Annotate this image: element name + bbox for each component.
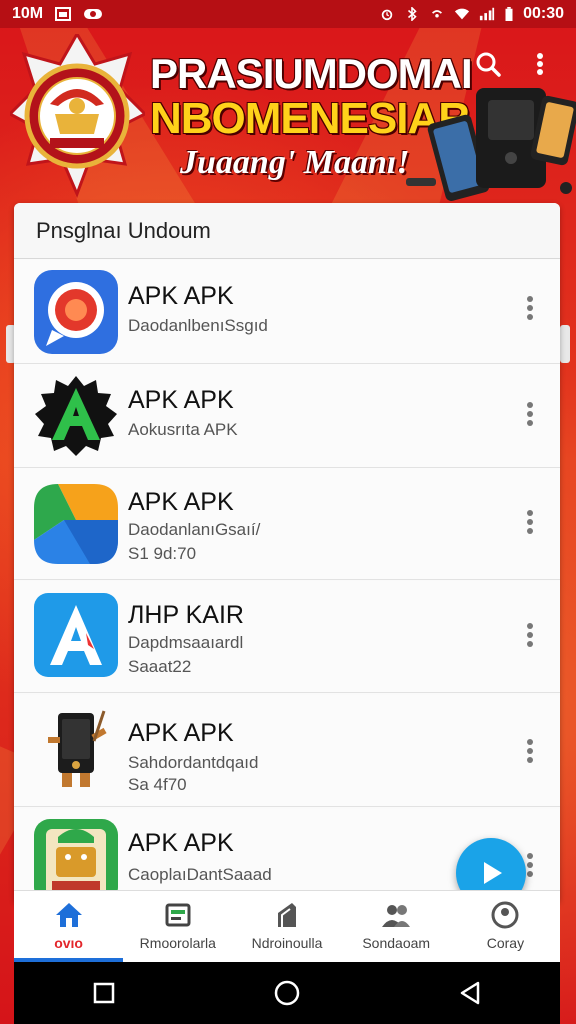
category-icon	[165, 903, 191, 927]
alarm-icon	[381, 9, 393, 21]
item-menu-button[interactable]	[526, 739, 534, 763]
apps-list-card: Pnsglnaı Undoum APK APK DaodanlbenıSsgıd…	[14, 203, 560, 903]
profile-icon	[491, 901, 519, 929]
wifi-icon	[454, 8, 470, 20]
gallery-icon	[55, 7, 72, 21]
item-menu-button[interactable]	[526, 402, 534, 426]
bluetooth-icon	[408, 7, 417, 21]
app-name: APK APK	[128, 386, 234, 414]
side-handle-right	[560, 325, 570, 363]
app-name: APK APK	[128, 829, 234, 857]
play-icon	[484, 862, 502, 884]
nav-home[interactable]: ovıo	[14, 891, 124, 962]
app-description: Dapdmsaaıardl	[128, 633, 244, 652]
bottom-navigation: ovıo Rmoorolarla Ndroinoulla Sondaoam Co…	[14, 890, 560, 962]
app-size: S1 9d:70	[128, 544, 197, 563]
header-banner: PRASIUMDOMAI NBOMENESIAR Juaang' Maanı!	[0, 28, 576, 203]
search-icon	[476, 52, 501, 77]
nav-label: Rmoorolarla	[139, 935, 216, 951]
list-item[interactable]: ЛHP KAIR Dapdmsaaıardl Saaat22	[14, 581, 560, 693]
nav-label: Coray	[486, 935, 525, 951]
item-menu-button[interactable]	[526, 510, 534, 534]
item-menu-button[interactable]	[526, 623, 534, 647]
clock: 00:30	[523, 5, 564, 22]
list-item[interactable]: APK APK Aokusrıta APK	[14, 364, 560, 468]
drive-app-icon	[34, 484, 118, 564]
app-name: APK APK	[128, 719, 234, 747]
list-item[interactable]: APK APK Sahdordantdqaıd Sa 4f70	[14, 695, 560, 807]
list-header: Pnsglnaı Undoum	[14, 203, 560, 259]
app-description: Sahdordantdqaıd	[128, 753, 259, 772]
carrier-text: 10M	[12, 5, 44, 22]
overflow-menu-button[interactable]	[522, 46, 558, 82]
app-description: DaodanlbenıSsgıd	[128, 316, 268, 335]
users-icon	[382, 905, 411, 927]
battery-icon	[505, 7, 513, 21]
nav-profile[interactable]: Coray	[451, 891, 560, 962]
nav-label: ovıo	[54, 935, 83, 951]
app-description: DaodanlanıGsaıí/	[128, 520, 261, 539]
back-button[interactable]	[458, 980, 482, 1006]
signal-icon	[479, 7, 495, 21]
chat-app-icon	[34, 270, 118, 354]
nav-label: Ndroinoulla	[251, 935, 323, 951]
search-button[interactable]	[470, 46, 506, 82]
item-menu-button[interactable]	[526, 296, 534, 320]
list-item[interactable]: APK APK DaodanlbenıSsgıd	[14, 260, 560, 364]
hotspot-icon	[432, 10, 443, 18]
android-icon	[278, 903, 296, 927]
app-description: Aokusrıta APK	[128, 420, 238, 439]
garuda-emblem-logo	[10, 34, 145, 199]
more-vertical-icon	[537, 53, 543, 75]
toggle-icon	[84, 9, 103, 19]
app-store-icon	[34, 593, 118, 677]
home-icon	[55, 903, 82, 927]
nav-label: Sondaoam	[362, 935, 431, 951]
home-button[interactable]	[273, 979, 301, 1007]
devices-illustration	[406, 88, 576, 201]
system-navigation-bar	[14, 962, 560, 1024]
apk-downloader-icon	[35, 376, 117, 456]
list-item[interactable]: APK APK DaodanlanıGsaıí/ S1 9d:70	[14, 468, 560, 580]
nav-community[interactable]: Sondaoam	[342, 891, 451, 962]
nav-categories[interactable]: Rmoorolarla	[123, 891, 232, 962]
app-size: Sa 4f70	[128, 775, 187, 794]
app-size: Saaat22	[128, 657, 192, 676]
recents-button[interactable]	[92, 981, 116, 1005]
nav-android[interactable]: Ndroinoulla	[232, 891, 341, 962]
phone-mascot-icon	[48, 710, 107, 787]
banner-subtitle: Juaang' Maanı!	[180, 144, 410, 181]
item-menu-button[interactable]	[526, 853, 534, 877]
app-name: APK APK	[128, 282, 234, 310]
app-description: CaoplaıDantSaaad	[128, 865, 272, 884]
status-bar: 10M 00:30	[0, 0, 576, 28]
app-name: APK APK	[128, 488, 234, 516]
app-name: ЛHP KAIR	[128, 601, 244, 629]
